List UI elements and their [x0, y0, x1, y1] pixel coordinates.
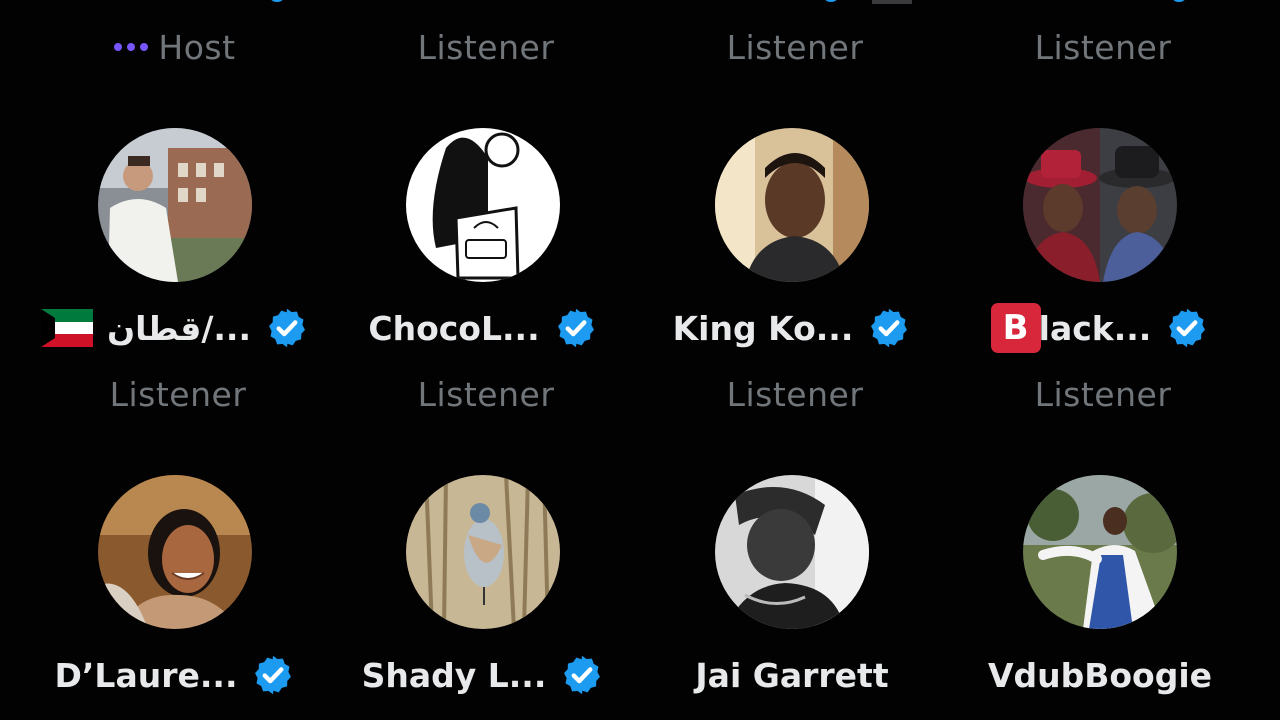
- participant-avatar[interactable]: [715, 475, 869, 629]
- participant-name: Shady L...: [361, 655, 547, 695]
- name-badge-fragment: [872, 0, 912, 4]
- kuwait-flag-icon: [41, 309, 93, 347]
- participant-name-row[interactable]: VdubBoogie: [950, 649, 1250, 701]
- space-participants-grid: Host Listener Listener Listener قطان/...…: [0, 0, 1280, 720]
- host-dots-icon: [114, 43, 149, 51]
- avatar-image: [98, 128, 252, 282]
- participant-name-row[interactable]: B lack...: [950, 302, 1250, 354]
- b-letter-emoji-icon: B: [990, 303, 1041, 353]
- avatar-image: [1023, 128, 1177, 282]
- participant-name-row[interactable]: King Ko...: [642, 302, 942, 354]
- verified-badge-icon: [1169, 308, 1206, 348]
- role-label-host: Host: [25, 24, 325, 70]
- verified-badge-icon: [255, 655, 292, 695]
- role-label: Listener: [1034, 374, 1172, 414]
- verified-badge-icon: [871, 308, 908, 348]
- avatar-image: [98, 475, 252, 629]
- participant-name-row[interactable]: Shady L...: [333, 649, 633, 701]
- role-label: Listener: [417, 374, 555, 414]
- role-label: Listener: [109, 374, 247, 414]
- participant-name-row[interactable]: ChocoL...: [333, 302, 633, 354]
- participant-name: Jai Garrett: [695, 655, 889, 695]
- participant-name: VdubBoogie: [987, 655, 1213, 695]
- participant-avatar[interactable]: [98, 475, 252, 629]
- avatar-image: [406, 128, 560, 282]
- participant-name-row[interactable]: Jai Garrett: [642, 649, 942, 701]
- verified-badge-icon: [564, 655, 601, 695]
- participant-name: ChocoL...: [368, 308, 540, 348]
- participant-name-group: B lack...: [990, 303, 1152, 353]
- role-label: Listener: [1034, 27, 1172, 67]
- participant-name: lack...: [1038, 308, 1152, 348]
- participant-avatar[interactable]: [98, 128, 252, 282]
- avatar-image: [715, 475, 869, 629]
- participant-avatar[interactable]: [406, 128, 560, 282]
- participant-name-row[interactable]: D’Laure...: [25, 649, 325, 701]
- verified-icon: [268, 0, 286, 2]
- verified-badge-icon: [557, 308, 594, 348]
- participant-name: قطان/...: [107, 308, 251, 348]
- participant-avatar[interactable]: [1023, 128, 1177, 282]
- participant-avatar[interactable]: [406, 475, 560, 629]
- participant-name: D’Laure...: [54, 655, 238, 695]
- verified-icon: [822, 0, 840, 2]
- participant-avatar[interactable]: [715, 128, 869, 282]
- avatar-image: [1023, 475, 1177, 629]
- avatar-image: [715, 128, 869, 282]
- verified-icon: [1170, 0, 1188, 2]
- role-label: Listener: [417, 27, 555, 67]
- participant-avatar[interactable]: [1023, 475, 1177, 629]
- role-label: Listener: [726, 27, 864, 67]
- participant-name: King Ko...: [672, 308, 854, 348]
- verified-badge-icon: [269, 308, 305, 348]
- avatar-image: [406, 475, 560, 629]
- role-label: Listener: [726, 374, 864, 414]
- participant-name-row[interactable]: قطان/...: [25, 302, 325, 354]
